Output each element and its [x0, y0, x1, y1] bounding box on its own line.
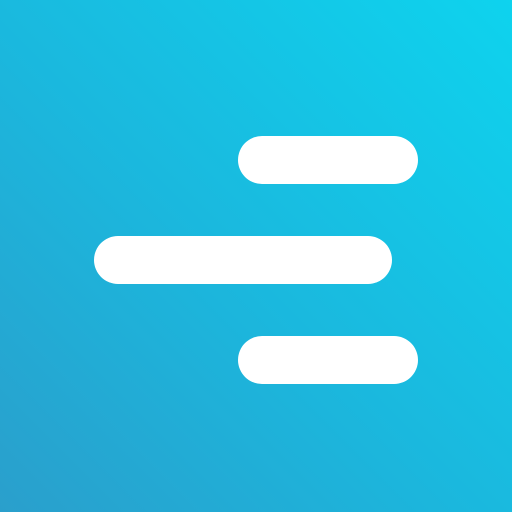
menu-bar-top — [238, 136, 418, 184]
menu-bar-bottom — [238, 336, 418, 384]
app-icon — [0, 0, 512, 512]
menu-bar-middle — [94, 236, 392, 284]
